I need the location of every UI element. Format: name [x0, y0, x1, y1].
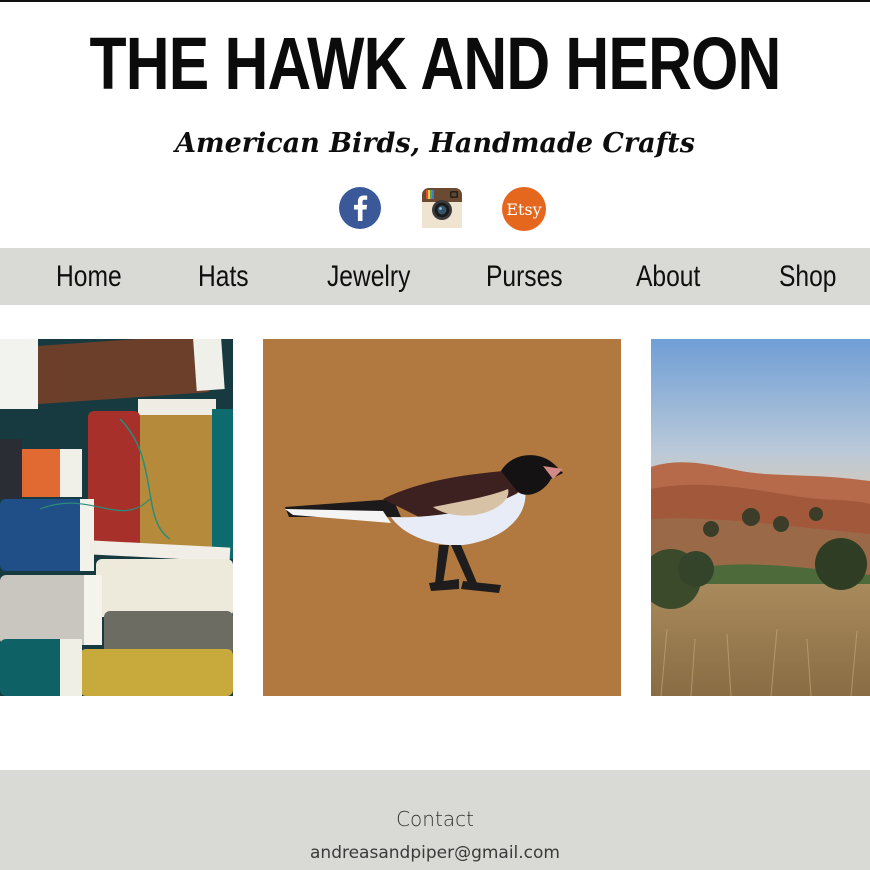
footer-contact-heading: Contact	[396, 807, 474, 831]
nav-about[interactable]: About	[636, 248, 700, 305]
instagram-icon	[422, 188, 462, 228]
nav-shop[interactable]: Shop	[779, 248, 836, 305]
etsy-icon: Etsy	[502, 187, 546, 231]
gallery-image-thread-spools[interactable]	[0, 339, 233, 696]
facebook-link[interactable]	[338, 186, 382, 230]
top-border	[0, 0, 870, 2]
etsy-icon-label: Etsy	[506, 200, 541, 219]
footer-email-link[interactable]: andreasandpiper@gmail.com	[0, 843, 870, 863]
gallery-image-bird-applique[interactable]	[263, 339, 621, 696]
nav-hats[interactable]: Hats	[198, 248, 249, 305]
nav-home[interactable]: Home	[56, 248, 122, 305]
footer: Contact andreasandpiper@gmail.com	[0, 770, 870, 870]
site-tagline: American Birds, Handmade Crafts	[175, 128, 695, 159]
etsy-link[interactable]: Etsy	[501, 186, 547, 232]
site-title[interactable]: THE HAWK AND HERON	[78, 22, 791, 106]
main-nav: Home Hats Jewelry Purses About Shop	[0, 248, 870, 305]
instagram-link[interactable]	[421, 187, 463, 229]
nav-purses[interactable]: Purses	[486, 248, 563, 305]
facebook-icon	[339, 187, 381, 229]
nav-jewelry[interactable]: Jewelry	[327, 248, 410, 305]
gallery-image-landscape[interactable]	[651, 339, 870, 696]
